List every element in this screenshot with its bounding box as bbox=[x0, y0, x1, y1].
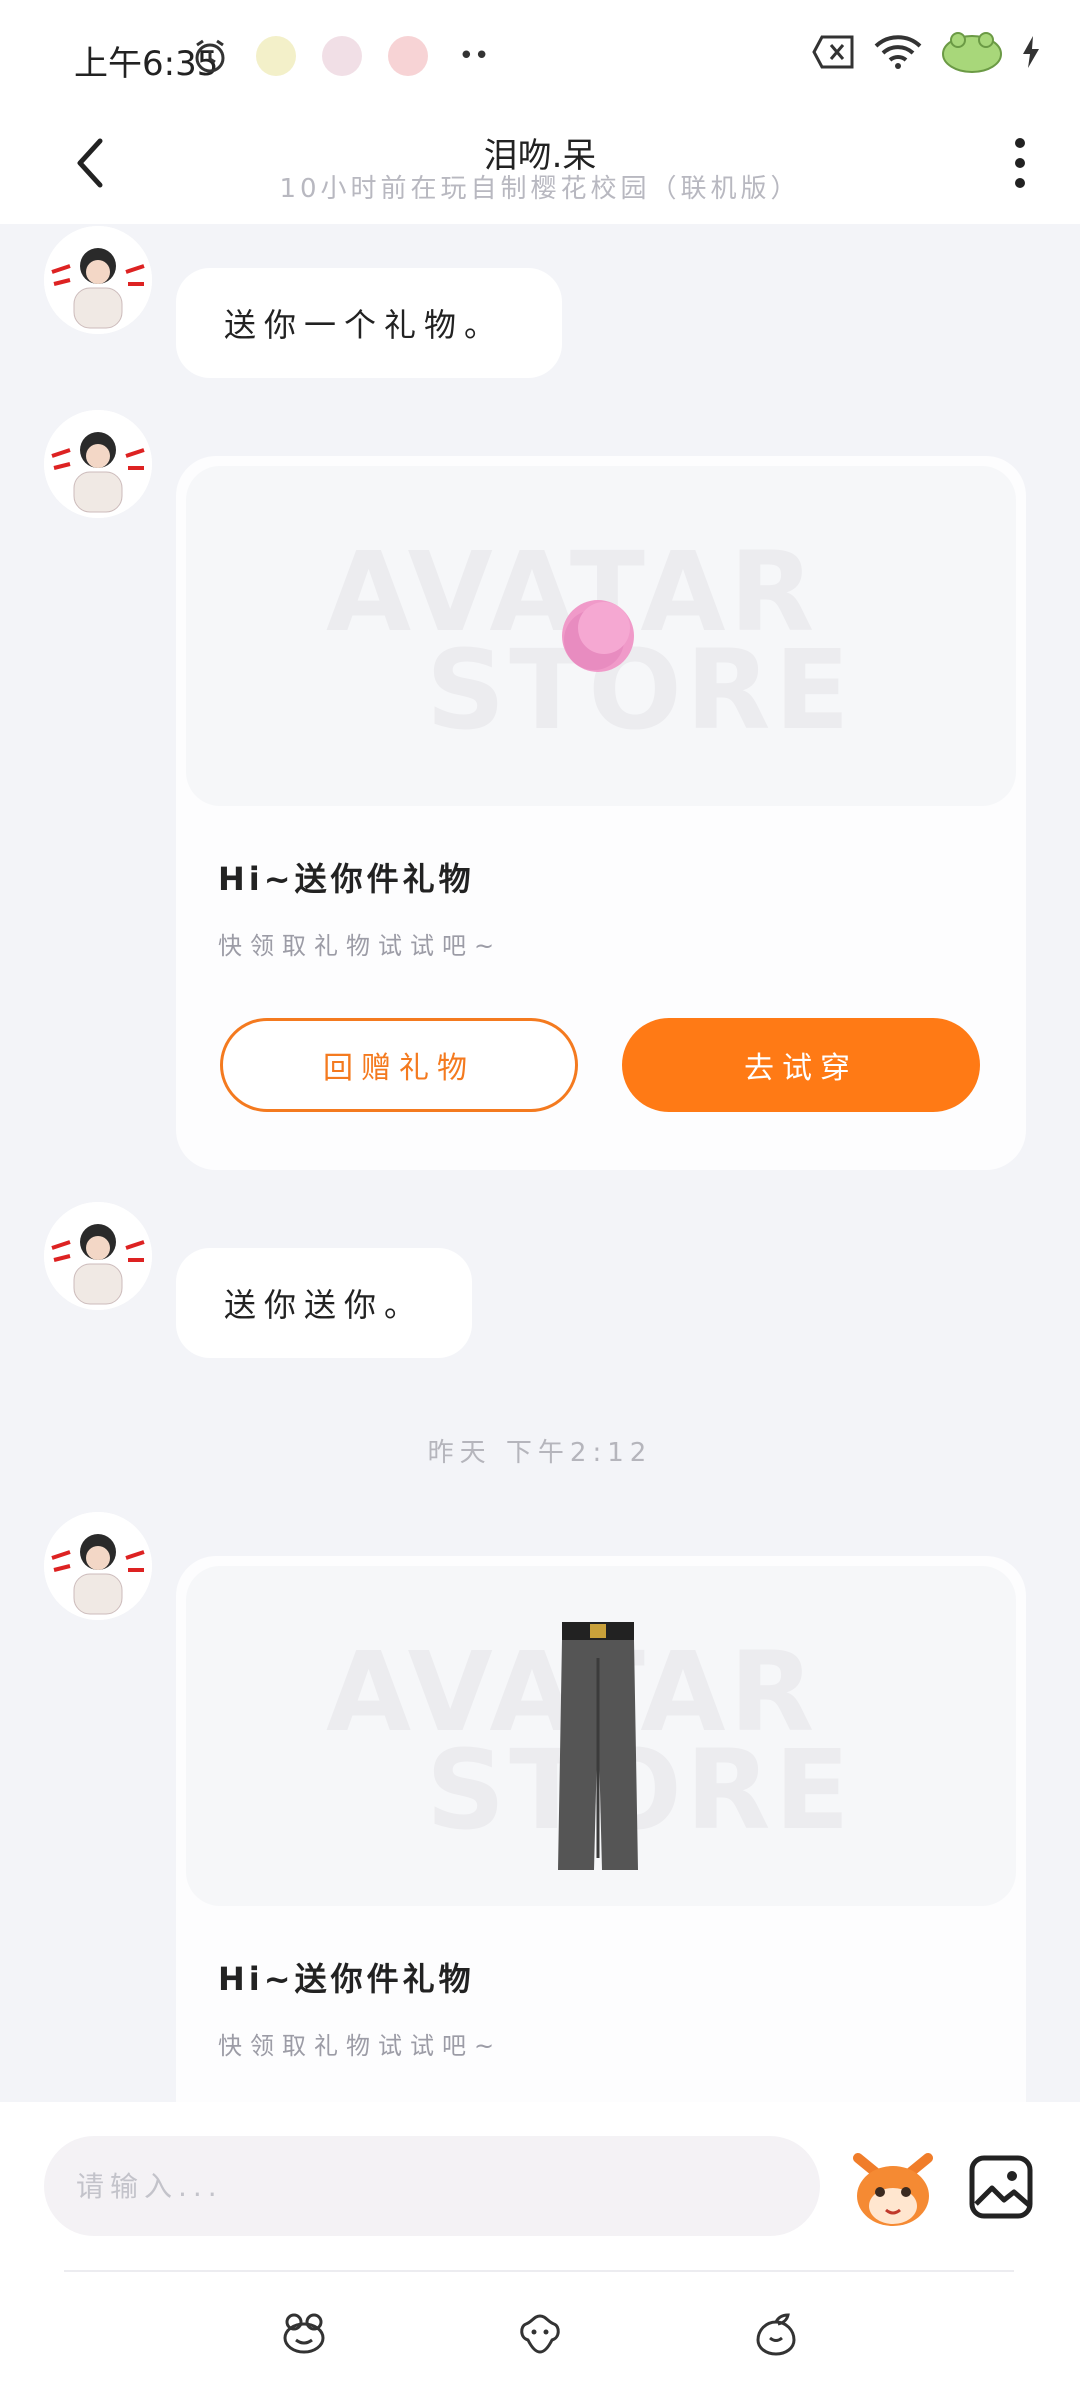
charging-icon bbox=[1022, 36, 1040, 72]
avatar[interactable] bbox=[44, 226, 152, 334]
status-bar: 上午6:35 •• bbox=[0, 0, 1080, 110]
watermark-text: STORE bbox=[426, 626, 854, 754]
app-notification-icon bbox=[322, 36, 362, 76]
gift-card-description: 快领取礼物试试吧~ bbox=[218, 2032, 503, 2060]
input-bar bbox=[0, 2102, 1080, 2400]
gift-card[interactable]: AVATAR STORE Hi~送你件礼物 快领取礼物试试吧~ 回赠礼物 去试穿 bbox=[176, 456, 1026, 1170]
gift-card-title: Hi~送你件礼物 bbox=[218, 860, 475, 898]
contact-status: 10小时前在玩自制樱花校园（联机版） bbox=[279, 174, 801, 204]
emoji-button[interactable] bbox=[848, 2144, 938, 2234]
message-bubble: 送你一个礼物。 bbox=[176, 268, 562, 378]
gift-preview: AVATAR STORE bbox=[186, 1566, 1016, 1906]
battery-icon bbox=[940, 30, 1004, 78]
avatar[interactable] bbox=[44, 410, 152, 518]
chat-header: 泪吻.呆 10小时前在玩自制樱花校园（联机版） bbox=[0, 110, 1080, 224]
frog-face-icon[interactable] bbox=[282, 2312, 326, 2356]
app-notification-icon bbox=[388, 36, 428, 76]
more-options-button[interactable] bbox=[1000, 128, 1040, 198]
gift-card-description: 快领取礼物试试吧~ bbox=[218, 932, 503, 960]
avatar[interactable] bbox=[44, 1202, 152, 1310]
try-on-button[interactable]: 去试穿 bbox=[622, 1018, 980, 1112]
image-button[interactable] bbox=[966, 2152, 1036, 2222]
sim-error-icon bbox=[812, 35, 856, 73]
alarm-icon bbox=[190, 36, 230, 76]
avatar[interactable] bbox=[44, 1512, 152, 1620]
system-icons bbox=[812, 30, 1040, 78]
divider bbox=[64, 2270, 1014, 2272]
gift-item-image bbox=[558, 1622, 638, 1870]
gift-card-title: Hi~送你件礼物 bbox=[218, 1960, 475, 1998]
message-timestamp: 昨天 下午2:12 bbox=[427, 1438, 653, 1468]
image-icon bbox=[969, 2155, 1033, 2219]
gift-card[interactable]: AVATAR STORE Hi~送你件礼物 快领取礼物试试吧~ bbox=[176, 1556, 1026, 2156]
more-notifications-icon: •• bbox=[458, 41, 490, 71]
gamepad-icon[interactable] bbox=[518, 2312, 562, 2356]
message-bubble: 送你送你。 bbox=[176, 1248, 472, 1358]
wifi-icon bbox=[874, 34, 922, 74]
app-notification-icon bbox=[256, 36, 296, 76]
peach-icon[interactable] bbox=[754, 2312, 798, 2356]
return-gift-button[interactable]: 回赠礼物 bbox=[220, 1018, 578, 1112]
message-input[interactable] bbox=[44, 2136, 820, 2236]
gift-item-image bbox=[562, 600, 634, 672]
notification-icons: •• bbox=[190, 36, 494, 76]
gift-preview: AVATAR STORE bbox=[186, 466, 1016, 806]
fox-emoji-icon bbox=[853, 2153, 933, 2226]
more-vertical-icon bbox=[1015, 138, 1025, 188]
